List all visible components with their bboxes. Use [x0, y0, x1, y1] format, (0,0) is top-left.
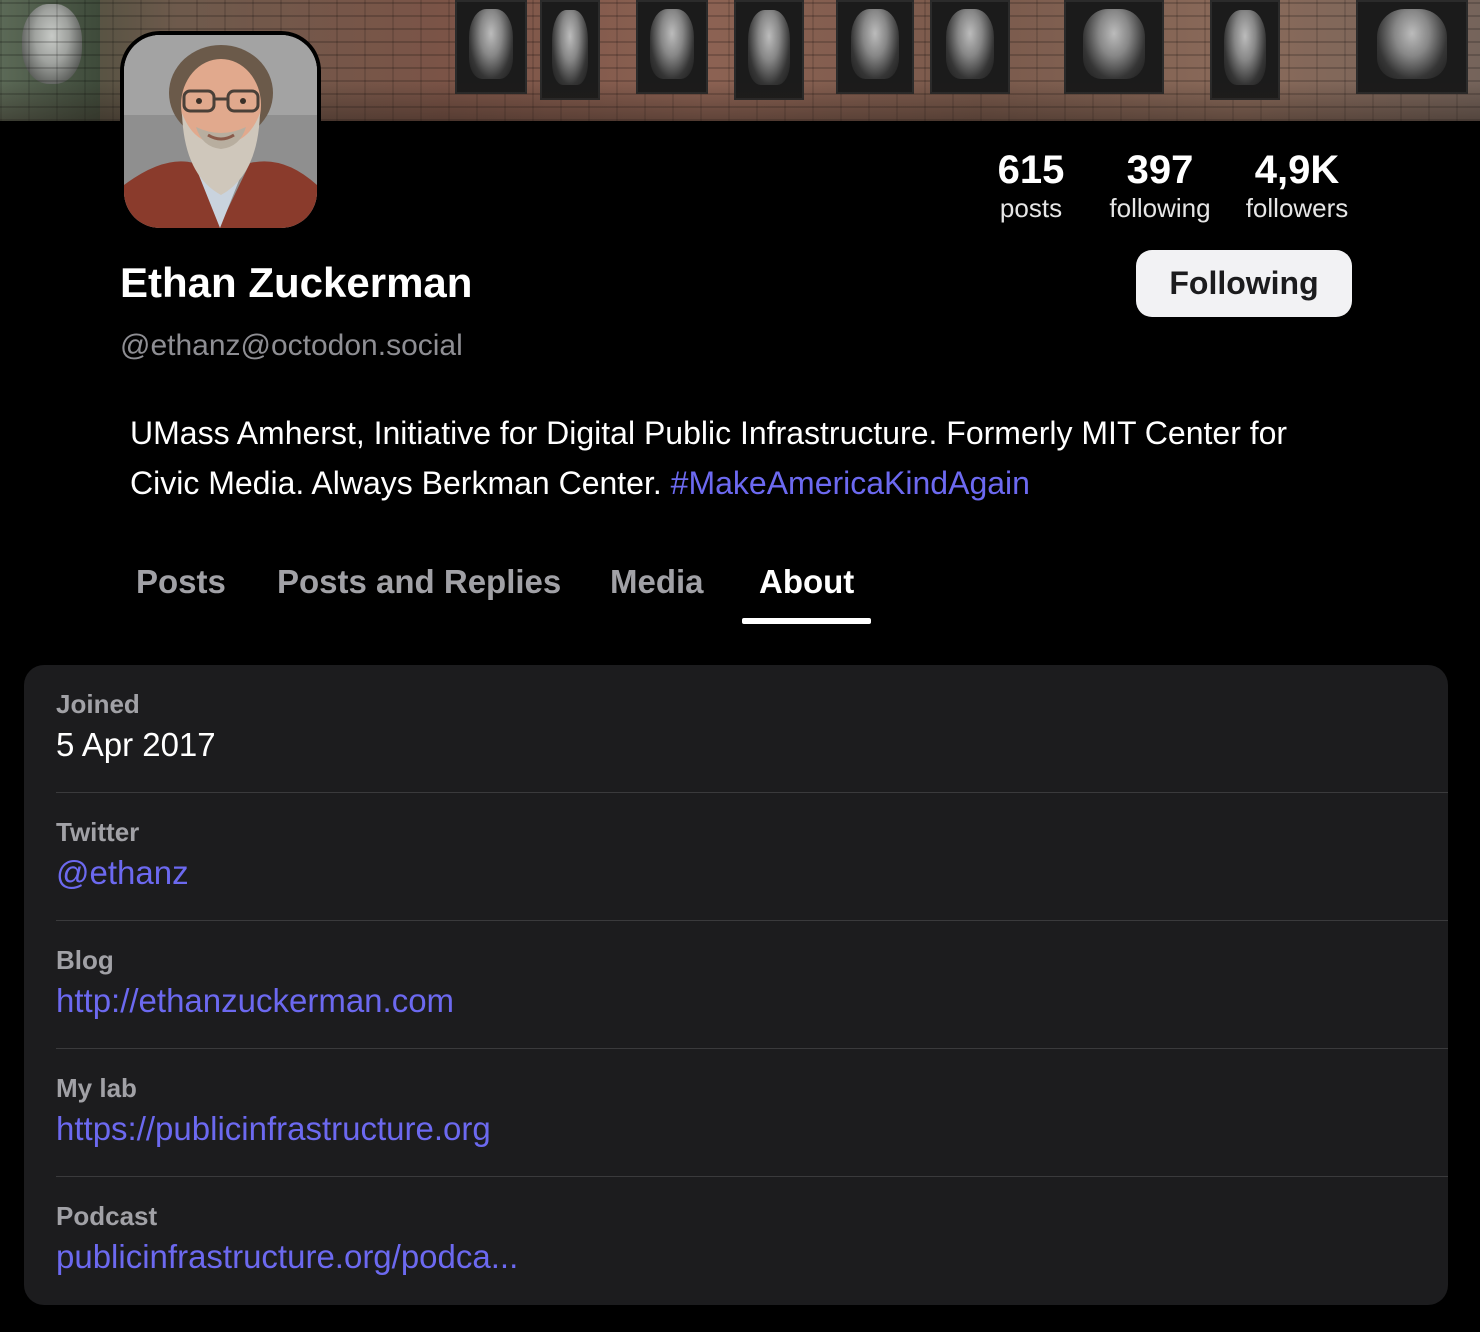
avatar-photo [124, 35, 317, 228]
profile-bio: UMass Amherst, Initiative for Digital Pu… [130, 408, 1360, 508]
banner-mural-panel [455, 0, 527, 94]
banner-mural-panel [836, 0, 914, 94]
about-field-blog: Blog http://ethanzuckerman.com [24, 921, 1448, 1049]
stat-following[interactable]: 397 following [1104, 148, 1216, 224]
active-tab-indicator [742, 618, 871, 624]
about-field-label: My lab [56, 1073, 137, 1103]
banner-mural-panel [1064, 0, 1164, 94]
about-field-my-lab: My lab https://publicinfrastructure.org [24, 1049, 1448, 1177]
about-field-label: Twitter [56, 817, 140, 847]
about-field-value: 5 Apr 2017 [56, 726, 216, 763]
stat-posts-count: 615 [997, 148, 1065, 192]
banner-mural-panel [1356, 0, 1468, 94]
stat-followers-count: 4,9K [1254, 148, 1340, 192]
about-card: Joined 5 Apr 2017 Twitter @ethanz Blog h… [24, 665, 1448, 1305]
stat-following-label: following [1109, 193, 1211, 223]
about-field-label: Joined [56, 689, 140, 719]
stat-posts-label: posts [999, 193, 1063, 223]
about-field-twitter: Twitter @ethanz [24, 793, 1448, 921]
about-field-podcast: Podcast publicinfrastructure.org/podca..… [24, 1177, 1448, 1305]
about-field-label: Podcast [56, 1201, 158, 1231]
profile-avatar[interactable] [120, 31, 321, 232]
stat-posts[interactable]: 615 posts [993, 148, 1069, 224]
profile-page: 615 posts 397 following 4,9K followers E… [0, 0, 1480, 1332]
about-field-label: Blog [56, 945, 114, 975]
profile-tabs: Posts Posts and Replies Media About [0, 548, 1480, 628]
following-button[interactable]: Following [1136, 250, 1352, 317]
tab-about[interactable]: About [759, 562, 854, 602]
tab-posts-and-replies[interactable]: Posts and Replies [277, 562, 561, 602]
about-field-joined: Joined 5 Apr 2017 [24, 665, 1448, 793]
banner-mural-panel [930, 0, 1010, 94]
podcast-link[interactable]: publicinfrastructure.org/podca... [56, 1237, 518, 1277]
tab-posts[interactable]: Posts [136, 562, 226, 602]
my-lab-link[interactable]: https://publicinfrastructure.org [56, 1109, 491, 1149]
profile-handle: @ethanz@octodon.social [120, 329, 463, 362]
profile-display-name: Ethan Zuckerman [120, 259, 473, 306]
bio-hashtag-link[interactable]: #MakeAmericaKindAgain [671, 465, 1030, 501]
stat-following-count: 397 [1126, 148, 1194, 192]
tab-media[interactable]: Media [610, 562, 704, 602]
stat-followers-label: followers [1245, 193, 1349, 223]
stat-followers[interactable]: 4,9K followers [1240, 148, 1354, 224]
twitter-link[interactable]: @ethanz [56, 853, 189, 893]
banner-mural-panel [636, 0, 708, 94]
blog-link[interactable]: http://ethanzuckerman.com [56, 981, 454, 1021]
